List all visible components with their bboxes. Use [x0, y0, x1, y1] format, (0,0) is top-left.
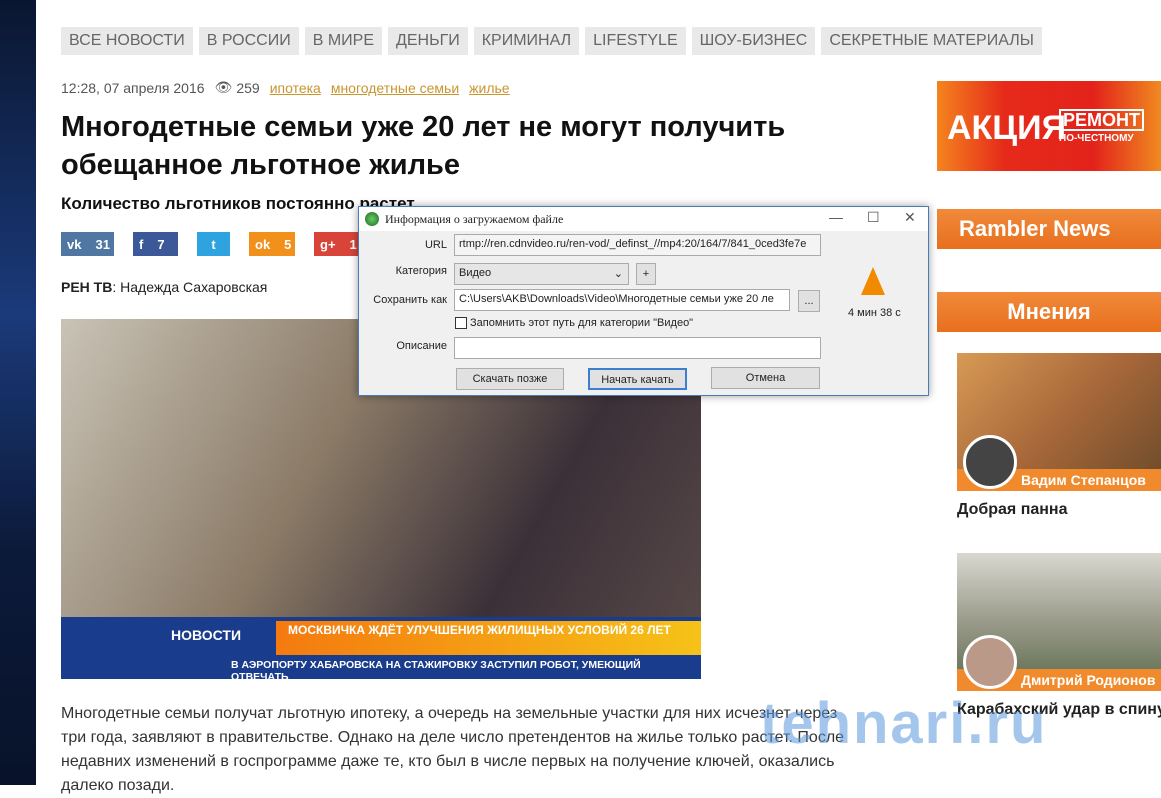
opinion-title[interactable]: Добрая панна: [957, 501, 1161, 519]
banner-headline: МОСКВИЧКА ЖДЁТ УЛУЧШЕНИЯ ЖИЛИЩНЫХ УСЛОВИ…: [276, 621, 701, 655]
nav-money[interactable]: ДЕНЬГИ: [388, 27, 468, 55]
chevron-down-icon: ⌄: [613, 268, 623, 280]
share-twitter[interactable]: t: [197, 232, 230, 256]
start-download-button[interactable]: Начать качать: [588, 368, 687, 390]
views-count: 259: [236, 79, 260, 96]
close-icon[interactable]: ✕: [904, 209, 916, 226]
share-vk[interactable]: vk 31: [61, 232, 114, 256]
share-odnoklassniki[interactable]: ok 5: [249, 232, 295, 256]
url-label: URL: [424, 239, 447, 251]
vk-icon: vk: [67, 236, 82, 252]
download-later-button[interactable]: Скачать позже: [456, 368, 564, 390]
author-line: РЕН ТВ: Надежда Сахаровская: [61, 279, 267, 295]
ad-banner[interactable]: АКЦИЯ РЕМОНТ ПО-ЧЕСТНОМУ: [937, 81, 1161, 171]
article-title: Многодетные семьи уже 20 лет не могут по…: [61, 111, 786, 181]
description-label: Описание: [396, 340, 447, 352]
facebook-icon: f: [139, 236, 144, 252]
background-edge: [0, 0, 36, 785]
author-source: РЕН ТВ: [61, 279, 113, 295]
googleplus-icon: g+: [320, 236, 336, 252]
eye-icon: 👁: [214, 79, 233, 95]
tag-link[interactable]: многодетные семьи: [331, 80, 459, 96]
cancel-button[interactable]: Отмена: [711, 367, 820, 389]
browse-button[interactable]: ...: [798, 290, 820, 312]
maximize-icon[interactable]: ☐: [867, 209, 880, 226]
opinion-card[interactable]: Вадим Степанцов Добрая панна: [957, 353, 1161, 519]
tag-link[interactable]: ипотека: [270, 80, 321, 96]
share-facebook[interactable]: f7: [133, 232, 178, 256]
opinion-image: Вадим Степанцов: [957, 353, 1161, 491]
checkbox-icon: [455, 317, 467, 329]
article-body: Многодетные семьи получат льготную ипоте…: [61, 705, 845, 794]
watermark: tehnari.ru: [760, 691, 1048, 756]
vlc-cone-icon: [861, 267, 885, 295]
odnoklassniki-icon: ok: [255, 236, 271, 252]
nav-lifestyle[interactable]: LIFESTYLE: [585, 27, 686, 55]
avatar: [963, 435, 1017, 489]
description-field[interactable]: [454, 337, 821, 359]
datetime: 12:28, 07 апреля 2016: [61, 79, 205, 96]
remember-path-checkbox[interactable]: Запомнить этот путь для категории "Видео…: [455, 317, 693, 329]
save-as-label: Сохранить как: [373, 294, 447, 306]
add-category-button[interactable]: +: [636, 263, 656, 285]
idm-icon: [365, 212, 379, 226]
banner-brand: НОВОСТИ: [171, 627, 242, 643]
share-buttons: vk 31 f7 t ok 5 g+ 1: [61, 232, 360, 256]
save-path-field[interactable]: C:\Users\AKB\Downloads\Video\Многодетные…: [454, 289, 790, 311]
share-googleplus[interactable]: g+ 1: [314, 232, 360, 256]
opinions-header[interactable]: Мнения: [937, 292, 1161, 332]
opinion-image: Дмитрий Родионов: [957, 553, 1161, 691]
twitter-icon: t: [211, 236, 216, 252]
ad-text: АКЦИЯ: [947, 109, 1067, 147]
tag-link[interactable]: жилье: [469, 80, 509, 96]
minimize-icon[interactable]: —: [829, 209, 843, 225]
download-info-dialog: Информация о загружаемом файле — ☐ ✕ URL…: [358, 206, 929, 396]
ad-text: РЕМОНТ: [1059, 109, 1145, 131]
category-value: Видео: [459, 267, 492, 279]
save-path-value: C:\Users\AKB\Downloads\Video\Многодетные…: [459, 293, 774, 305]
category-select[interactable]: Видео ⌄: [454, 263, 629, 285]
ad-text: ПО-ЧЕСТНОМУ: [1059, 133, 1134, 144]
news-banner: НОВОСТИ МОСКВИЧКА ЖДЁТ УЛУЧШЕНИЯ ЖИЛИЩНЫ…: [61, 617, 701, 683]
nav-all-news[interactable]: ВСЕ НОВОСТИ: [61, 27, 193, 55]
nav-showbiz[interactable]: ШОУ-БИЗНЕС: [691, 27, 816, 55]
article-meta: 12:28, 07 апреля 2016 👁 259 ипотека мног…: [61, 79, 510, 96]
remember-label: Запомнить этот путь для категории "Видео…: [470, 317, 694, 329]
nav-crime[interactable]: КРИМИНАЛ: [473, 27, 580, 55]
avatar: [963, 635, 1017, 689]
nav-world[interactable]: В МИРЕ: [304, 27, 382, 55]
category-label: Категория: [395, 265, 447, 277]
dialog-title: Информация о загружаемом файле: [385, 211, 564, 226]
duration: 4 мин 38 с: [848, 307, 901, 319]
rambler-header[interactable]: Rambler News Servi: [937, 209, 1161, 281]
main-nav: ВСЕ НОВОСТИ В РОССИИ В МИРЕ ДЕНЬГИ КРИМИ…: [61, 27, 1042, 55]
nav-secret[interactable]: СЕКРЕТНЫЕ МАТЕРИАЛЫ: [821, 27, 1042, 55]
nav-russia[interactable]: В РОССИИ: [198, 27, 299, 55]
banner-ticker: В АЭРОПОРТУ ХАБАРОВСКА НА СТАЖИРОВКУ ЗАС…: [231, 659, 641, 683]
author-name: : Надежда Сахаровская: [112, 279, 268, 295]
url-field[interactable]: rtmp://ren.cdnvideo.ru/ren-vod/_definst_…: [454, 234, 821, 256]
